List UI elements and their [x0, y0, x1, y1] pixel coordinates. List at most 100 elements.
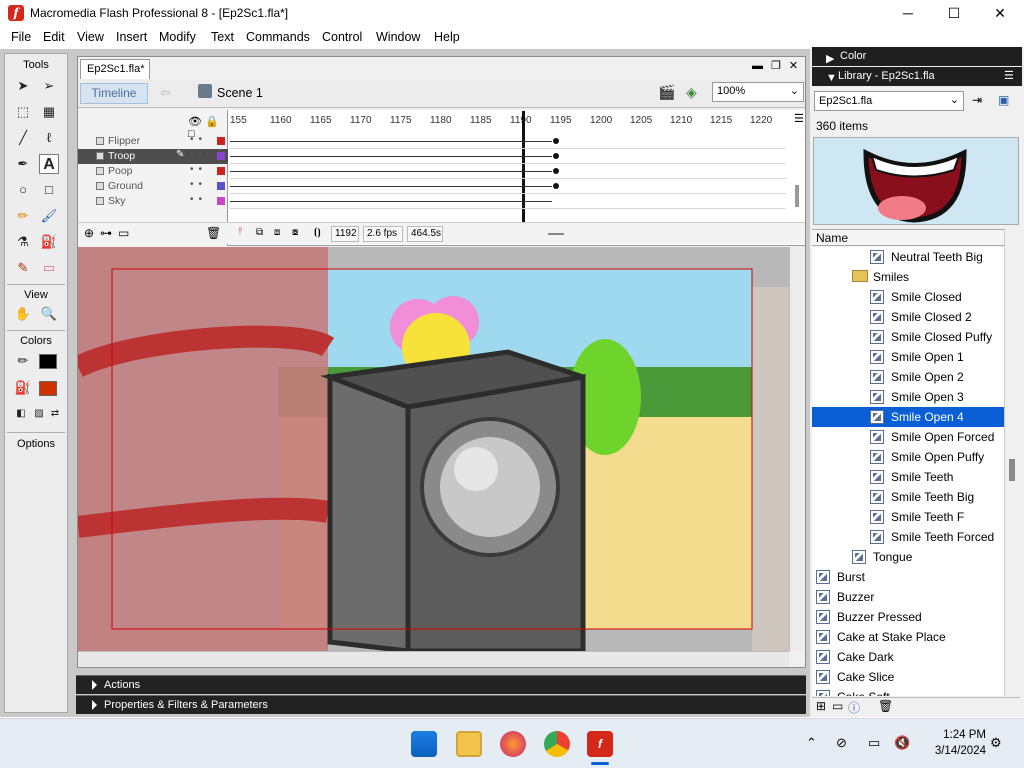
- timeline-h-scroll[interactable]: [548, 233, 564, 235]
- timeline-toggle-button[interactable]: Timeline: [80, 83, 148, 104]
- library-item[interactable]: Smiles: [812, 267, 1004, 287]
- hand-tool-icon[interactable]: ✋: [13, 304, 33, 324]
- library-item[interactable]: Smile Open 3: [812, 387, 1004, 407]
- menu-edit[interactable]: Edit: [43, 30, 65, 44]
- layer-row[interactable]: Flipper ••: [78, 134, 228, 149]
- library-item[interactable]: Smile Teeth F: [812, 507, 1004, 527]
- menu-text[interactable]: Text: [211, 30, 234, 44]
- menu-view[interactable]: View: [77, 30, 104, 44]
- library-item[interactable]: Neutral Teeth Big: [812, 247, 1004, 267]
- onion-skin-icon[interactable]: ⧉: [256, 227, 263, 238]
- doc-restore-icon[interactable]: ❐: [771, 60, 789, 72]
- new-library-panel-icon[interactable]: ▣: [998, 93, 1009, 107]
- stroke-color-swatch[interactable]: [39, 354, 57, 369]
- layer-frames[interactable]: [230, 179, 786, 194]
- library-item[interactable]: Cake Dark: [812, 647, 1004, 667]
- menu-control[interactable]: Control: [322, 30, 362, 44]
- menu-commands[interactable]: Commands: [246, 30, 310, 44]
- volume-muted-icon[interactable]: 🔇: [894, 735, 910, 751]
- layer-visibility-lock[interactable]: ••: [190, 179, 207, 190]
- black-white-icon[interactable]: ◧: [11, 404, 31, 424]
- layer-visibility-lock[interactable]: ••: [190, 164, 207, 175]
- file-explorer-icon[interactable]: [456, 731, 482, 757]
- layer-frames[interactable]: [230, 134, 786, 149]
- delete-layer-icon[interactable]: 🗑: [206, 226, 221, 240]
- maximize-button[interactable]: ☐: [931, 0, 977, 27]
- close-button[interactable]: ✕: [977, 0, 1023, 27]
- layer-row[interactable]: Ground ••: [78, 179, 228, 194]
- flash-taskbar-icon[interactable]: f: [587, 731, 613, 757]
- free-transform-tool-icon[interactable]: ⬚: [13, 102, 33, 122]
- system-clock[interactable]: 1:24 PM 3/14/2024: [926, 727, 986, 759]
- library-item[interactable]: Smile Teeth: [812, 467, 1004, 487]
- pin-library-icon[interactable]: ⇥: [972, 93, 982, 107]
- layer-frames[interactable]: [230, 194, 786, 209]
- layer-row[interactable]: Poop ••: [78, 164, 228, 179]
- properties-panel-bar[interactable]: Properties & Filters & Parameters: [76, 695, 806, 714]
- properties-icon[interactable]: ⓘ: [848, 699, 860, 716]
- library-item[interactable]: Smile Closed: [812, 287, 1004, 307]
- new-folder-icon[interactable]: ▭: [832, 699, 843, 713]
- pen-tool-icon[interactable]: ✒: [13, 154, 33, 174]
- eyedropper-tool-icon[interactable]: ✎: [13, 258, 33, 278]
- network-off-icon[interactable]: ⊘: [836, 735, 847, 751]
- library-item[interactable]: Smile Closed Puffy: [812, 327, 1004, 347]
- library-item[interactable]: Smile Open 2: [812, 367, 1004, 387]
- stage-vertical-scrollbar[interactable]: [789, 247, 805, 651]
- back-arrow-icon[interactable]: ⇦: [160, 85, 171, 101]
- library-item[interactable]: Smile Open 4: [812, 407, 1004, 427]
- stage-area[interactable]: [78, 247, 789, 651]
- menu-file[interactable]: File: [11, 30, 31, 44]
- library-item[interactable]: Cake at Stake Place: [812, 627, 1004, 647]
- keyframe[interactable]: [553, 138, 559, 144]
- library-item[interactable]: Smile Open Puffy: [812, 447, 1004, 467]
- menu-modify[interactable]: Modify: [159, 30, 196, 44]
- library-document-select[interactable]: Ep2Sc1.fla ⌄: [814, 91, 964, 111]
- minimize-button[interactable]: ─: [885, 0, 931, 27]
- subselect-tool-icon[interactable]: ➢: [39, 76, 59, 96]
- edit-multiple-frames-icon[interactable]: ⧇: [292, 227, 298, 238]
- panel-menu-icon[interactable]: ☰: [1004, 69, 1014, 82]
- library-item[interactable]: Tongue: [812, 547, 1004, 567]
- fill-transform-tool-icon[interactable]: ▦: [39, 102, 59, 122]
- scrollbar-thumb[interactable]: [1009, 459, 1015, 481]
- edit-scene-icon[interactable]: 🎬: [658, 84, 675, 101]
- paint-bucket-tool-icon[interactable]: ⛽: [39, 232, 59, 252]
- eraser-tool-icon[interactable]: ▭: [39, 258, 59, 278]
- scene-label[interactable]: Scene 1: [217, 86, 263, 100]
- notifications-icon[interactable]: ⚙: [990, 735, 1002, 751]
- library-item[interactable]: Smile Closed 2: [812, 307, 1004, 327]
- swap-colors-icon[interactable]: ⇄: [45, 404, 65, 424]
- menu-help[interactable]: Help: [434, 30, 460, 44]
- document-tab[interactable]: Ep2Sc1.fla*: [80, 59, 150, 79]
- text-tool-icon[interactable]: A: [39, 154, 59, 174]
- delete-icon[interactable]: 🗑: [878, 699, 893, 713]
- menu-window[interactable]: Window: [376, 30, 420, 44]
- keyframe[interactable]: [553, 183, 559, 189]
- layer-outline-color[interactable]: [217, 152, 225, 160]
- edit-symbols-icon[interactable]: ◈: [686, 84, 697, 101]
- add-motion-guide-icon[interactable]: ⊶: [100, 226, 112, 240]
- pencil-tool-icon[interactable]: ✏: [13, 206, 33, 226]
- color-panel-header[interactable]: ▶ Color: [812, 47, 1022, 66]
- library-item[interactable]: Buzzer: [812, 587, 1004, 607]
- layer-visibility-lock[interactable]: ••: [190, 134, 207, 145]
- lasso-tool-icon[interactable]: ℓ: [39, 128, 59, 148]
- new-symbol-icon[interactable]: ⊞: [816, 699, 826, 713]
- doc-close-icon[interactable]: ✕: [789, 60, 806, 72]
- library-item[interactable]: Cake Slice: [812, 667, 1004, 687]
- keyframe[interactable]: [553, 153, 559, 159]
- layer-row[interactable]: Troop ✎ ••: [78, 149, 228, 164]
- layer-frames[interactable]: [230, 149, 786, 164]
- layer-outline-color[interactable]: [217, 137, 225, 145]
- start-windows-icon[interactable]: [411, 731, 437, 757]
- layer-visibility-lock[interactable]: ••: [190, 194, 207, 205]
- chevron-up-icon[interactable]: ⌃: [806, 735, 817, 751]
- library-scrollbar[interactable]: [1004, 229, 1020, 696]
- library-item[interactable]: Cake Soft: [812, 687, 1004, 696]
- insert-folder-icon[interactable]: ▭: [118, 226, 129, 240]
- library-item[interactable]: Smile Teeth Big: [812, 487, 1004, 507]
- lock-icon[interactable]: 🔒: [205, 116, 222, 128]
- timeline-scrollbar[interactable]: [795, 185, 799, 207]
- library-panel-header[interactable]: ▼ Library - Ep2Sc1.fla ☰: [812, 67, 1022, 86]
